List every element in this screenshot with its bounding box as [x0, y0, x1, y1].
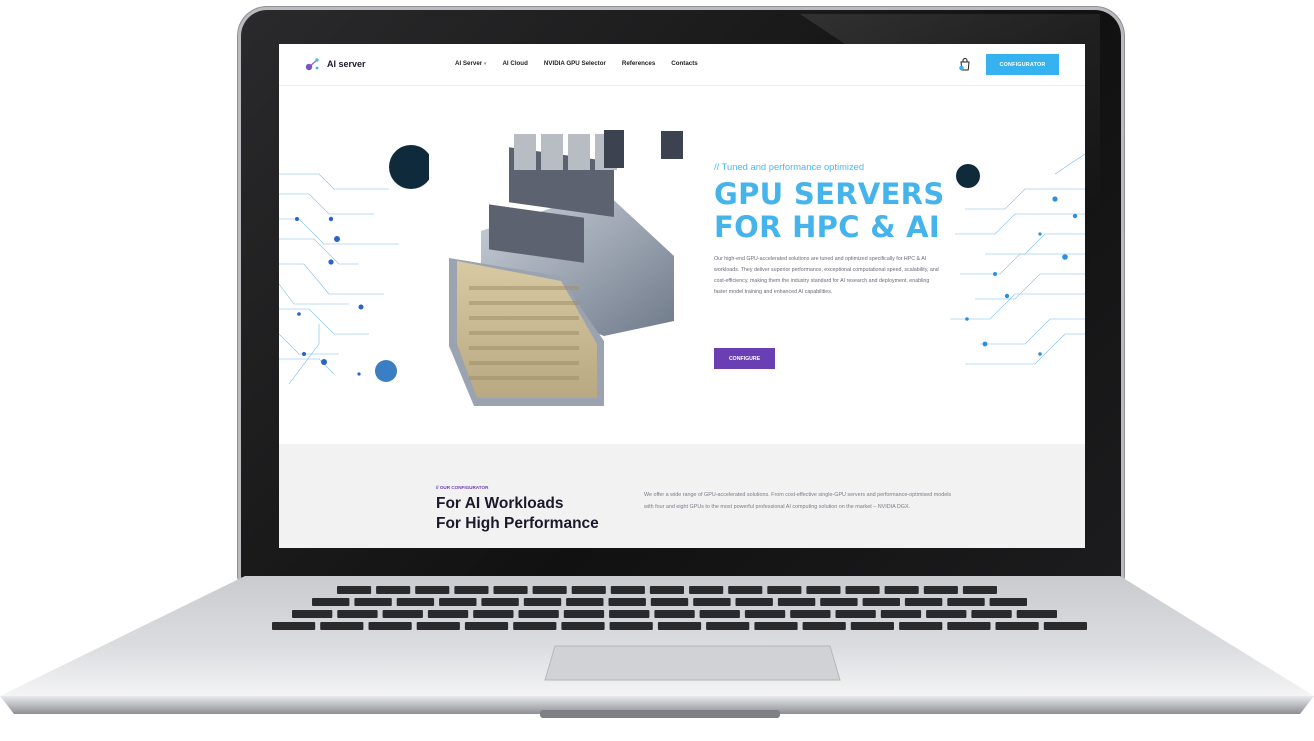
keyboard-key [657, 622, 702, 630]
keyboard-key [947, 598, 985, 606]
keyboard-key [464, 622, 509, 630]
keyboard-key [884, 586, 919, 594]
keyboard-key [835, 610, 876, 618]
keyboard-key [689, 586, 724, 594]
keyboard-key [518, 610, 559, 618]
keyboard-key [989, 598, 1027, 606]
keyboard-key [706, 622, 750, 630]
keyboard-key [609, 622, 653, 630]
keyboard-key [820, 598, 858, 606]
keyboard-key [754, 622, 798, 630]
keyboard-key [767, 586, 802, 594]
nav-ai-cloud[interactable]: AI Cloud [502, 60, 527, 67]
keyboard-key [312, 598, 350, 606]
logo-mark-icon [305, 58, 319, 71]
configure-button[interactable]: CONFIGURE [714, 348, 775, 369]
keyboard-key [513, 622, 557, 630]
keyboard-key [473, 610, 514, 618]
keyboard-key [337, 610, 378, 618]
keyboard-key [777, 598, 816, 606]
nav-ai-server[interactable]: AI Server ▾ [455, 60, 486, 67]
configurator-title-line1: For AI Workloads [436, 495, 564, 512]
keyboard-key [415, 586, 450, 594]
hero-title: GPU SERVERS FOR HPC & AI [714, 178, 945, 244]
hero-tagline: // Tuned and performance optimized [714, 161, 865, 172]
keyboard-key [654, 610, 695, 618]
hero-title-line1: GPU SERVERS [714, 177, 945, 211]
keyboard-key [608, 598, 646, 606]
keyboard-key [563, 610, 605, 618]
logo[interactable]: AI server [305, 56, 366, 72]
browser-screen: AI server AI Server ▾ AI Cloud NVIDIA GP… [279, 44, 1085, 548]
configurator-button[interactable]: CONFIGURATOR [986, 54, 1059, 75]
keyboard-key [962, 586, 997, 594]
keyboard-key [926, 610, 967, 618]
keyboard-key [850, 622, 894, 630]
keyboard-key [1016, 610, 1057, 618]
keyboard-key [368, 622, 412, 630]
keyboard-key [481, 598, 519, 606]
keyboard-key [292, 610, 333, 618]
hero-title-line2: FOR HPC & AI [714, 210, 941, 244]
site-header: AI server AI Server ▾ AI Cloud NVIDIA GP… [279, 44, 1085, 86]
nav-gpu-selector[interactable]: NVIDIA GPU Selector [544, 60, 606, 67]
keyboard-key [1043, 622, 1087, 630]
keyboard-key [454, 586, 489, 594]
configurator-section: // OUR CONFIGURATOR For AI Workloads For… [279, 444, 1085, 548]
keyboard-key [396, 598, 435, 606]
circuit-decoration-right [950, 154, 1085, 365]
keyboard-key [744, 610, 786, 618]
nav-contacts[interactable]: Contacts [671, 60, 697, 67]
keyboard-key [693, 598, 731, 606]
keyboard-key [650, 598, 689, 606]
keyboard-key [439, 598, 477, 606]
keyboard-key [806, 586, 841, 594]
keyboard-key [862, 598, 900, 606]
circuit-decoration-left [279, 145, 429, 385]
keyboard-key [923, 586, 958, 594]
keyboard-key [272, 622, 316, 630]
keyboard-key [995, 622, 1039, 630]
keyboard-key [566, 598, 604, 606]
keyboard-key [610, 586, 645, 594]
keyboard-key [354, 598, 392, 606]
main-nav: AI Server ▾ AI Cloud NVIDIA GPU Selector… [455, 60, 698, 67]
keyboard-key [609, 610, 650, 618]
keyboard-key [523, 598, 562, 606]
keyboard-key [699, 610, 740, 618]
hero-description: Our high-end GPU-accelerated solutions a… [714, 256, 939, 295]
configurator-description: We offer a wide range of GPU-accelerated… [644, 492, 952, 510]
keyboard-key [899, 622, 943, 630]
keyboard-key [532, 586, 567, 594]
keyboard-key [416, 622, 460, 630]
gpu-server-image [449, 130, 683, 406]
keyboard-key [337, 586, 372, 594]
keyboard-key [735, 598, 773, 606]
configurator-title-line2: For High Performance [436, 515, 599, 532]
keyboard-key [728, 586, 763, 594]
keyboard-key [320, 622, 364, 630]
nav-ai-server-label: AI Server [455, 60, 483, 67]
laptop-base [0, 576, 1314, 718]
configurator-title: For AI Workloads For High Performance [436, 494, 599, 534]
nav-references[interactable]: References [622, 60, 655, 67]
keyboard-key [880, 610, 922, 618]
keyboard-key [790, 610, 831, 618]
keyboard-key [427, 610, 469, 618]
keyboard-key [376, 586, 411, 594]
chevron-down-icon: ▾ [483, 61, 487, 67]
keyboard-key [971, 610, 1012, 618]
keyboard-key [904, 598, 943, 606]
keyboard-key [561, 622, 605, 630]
keyboard-key [649, 586, 684, 594]
keyboard-key [845, 586, 880, 594]
keyboard-key [802, 622, 846, 630]
cart-icon[interactable] [958, 57, 972, 71]
keyboard-key [382, 610, 423, 618]
configurator-eyebrow: // OUR CONFIGURATOR [436, 485, 489, 490]
keyboard-key [493, 586, 528, 594]
logo-text: AI server [327, 59, 366, 69]
keyboard-key [571, 586, 606, 594]
keyboard-key [947, 622, 991, 630]
